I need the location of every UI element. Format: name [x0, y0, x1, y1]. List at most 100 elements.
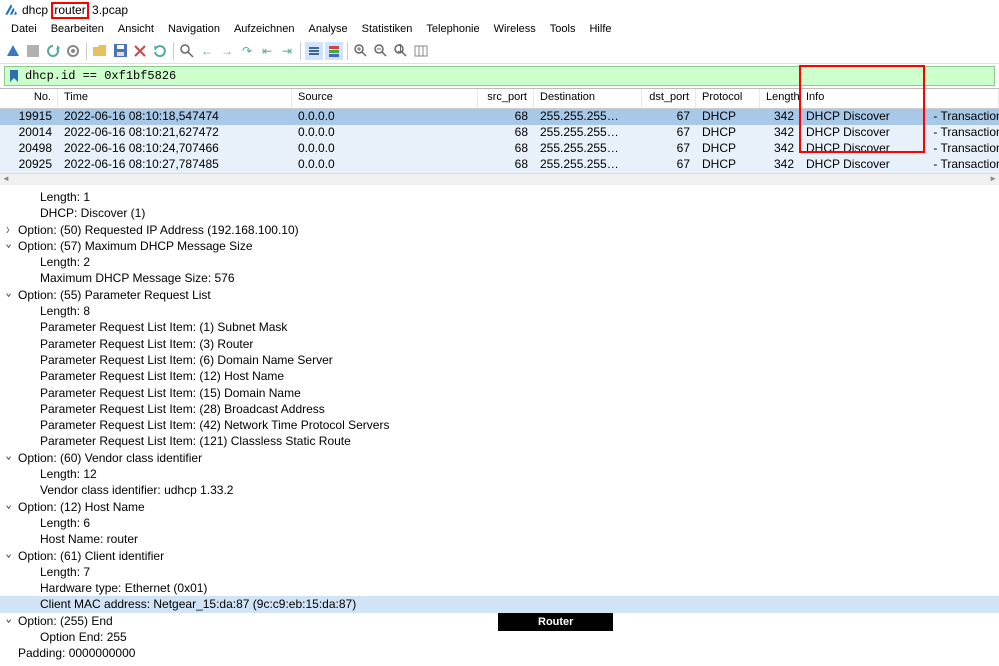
detail-line[interactable]: Option: (55) Parameter Request List	[18, 287, 999, 303]
autoscroll-icon[interactable]	[305, 42, 323, 60]
restart-capture-icon[interactable]	[44, 42, 62, 60]
menu-bar: DateiBearbeitenAnsichtNavigationAufzeich…	[0, 20, 999, 38]
cell: 19915	[0, 109, 58, 125]
cell: 0.0.0.0	[292, 141, 478, 157]
detail-line: Length: 2	[18, 254, 999, 270]
detail-line[interactable]: Option: (12) Host Name	[18, 499, 999, 515]
menu-ansicht[interactable]: Ansicht	[111, 22, 161, 36]
detail-line: Parameter Request List Item: (12) Host N…	[18, 368, 999, 384]
save-file-icon[interactable]	[111, 42, 129, 60]
filter-bar	[0, 64, 999, 88]
svg-text:1: 1	[397, 44, 404, 55]
detail-line: Padding: 0000000000	[18, 645, 999, 661]
cell: 67	[642, 125, 696, 141]
zoom-reset-icon[interactable]: 1	[392, 42, 410, 60]
menu-aufzeichnen[interactable]: Aufzeichnen	[227, 22, 302, 36]
col-dest[interactable]: Destination	[534, 89, 642, 108]
h-scrollbar[interactable]	[0, 173, 999, 185]
menu-statistiken[interactable]: Statistiken	[355, 22, 420, 36]
detail-line: Parameter Request List Item: (121) Class…	[18, 433, 999, 449]
col-info[interactable]: Info	[800, 89, 999, 108]
cell: 255.255.255…	[534, 157, 642, 173]
detail-line: Length: 8	[18, 303, 999, 319]
close-file-icon[interactable]	[131, 42, 149, 60]
cell: 20925	[0, 157, 58, 173]
col-dstport[interactable]: dst_port	[642, 89, 696, 108]
colorize-icon[interactable]	[325, 42, 343, 60]
start-capture-icon[interactable]	[4, 42, 22, 60]
col-time[interactable]: Time	[58, 89, 292, 108]
menu-tools[interactable]: Tools	[543, 22, 583, 36]
cell: 67	[642, 157, 696, 173]
next-icon[interactable]: →	[218, 42, 236, 60]
menu-telephonie[interactable]: Telephonie	[419, 22, 486, 36]
cell-info: DHCP Discover - Transaction ID 0xf1bf582…	[800, 125, 999, 141]
cell: 68	[478, 125, 534, 141]
detail-line: Parameter Request List Item: (42) Networ…	[18, 417, 999, 433]
col-srcport[interactable]: src_port	[478, 89, 534, 108]
col-source[interactable]: Source	[292, 89, 478, 108]
detail-line: Client MAC address: Netgear_15:da:87 (9c…	[0, 596, 999, 612]
packet-row[interactable]: 209252022-06-16 08:10:27,7874850.0.0.068…	[0, 157, 999, 173]
detail-line: Option End: 255	[18, 629, 999, 645]
menu-navigation[interactable]: Navigation	[161, 22, 227, 36]
packet-list: No. Time Source src_port Destination dst…	[0, 88, 999, 185]
detail-line: Parameter Request List Item: (1) Subnet …	[18, 319, 999, 335]
detail-line: Length: 1	[18, 189, 999, 205]
detail-line: Host Name: router	[18, 531, 999, 547]
cell: 2022-06-16 08:10:27,787485	[58, 157, 292, 173]
zoom-in-icon[interactable]	[352, 42, 370, 60]
menu-bearbeiten[interactable]: Bearbeiten	[44, 22, 111, 36]
reload-icon[interactable]	[151, 42, 169, 60]
menu-datei[interactable]: Datei	[4, 22, 44, 36]
detail-line[interactable]: Option: (61) Client identifier	[18, 548, 999, 564]
detail-line: Parameter Request List Item: (3) Router	[18, 336, 999, 352]
detail-line: Length: 6	[18, 515, 999, 531]
detail-line: Parameter Request List Item: (6) Domain …	[18, 352, 999, 368]
title-highlight: router	[51, 2, 88, 19]
app-icon	[4, 3, 18, 17]
cell: 20498	[0, 141, 58, 157]
cell: 0.0.0.0	[292, 109, 478, 125]
col-length[interactable]: Length	[760, 89, 800, 108]
bookmark-icon[interactable]	[8, 70, 20, 82]
goto-first-icon[interactable]: ⇤	[258, 42, 276, 60]
menu-wireless[interactable]: Wireless	[487, 22, 543, 36]
packet-list-header: No. Time Source src_port Destination dst…	[0, 89, 999, 109]
packet-details[interactable]: Length: 1DHCP: Discover (1)Option: (50) …	[0, 185, 999, 666]
col-no[interactable]: No.	[0, 89, 58, 108]
detail-line[interactable]: Option: (50) Requested IP Address (192.1…	[18, 222, 999, 238]
col-proto[interactable]: Protocol	[696, 89, 760, 108]
jump-icon[interactable]: ↷	[238, 42, 256, 60]
options-icon[interactable]	[64, 42, 82, 60]
detail-line[interactable]: Option: (60) Vendor class identifier	[18, 450, 999, 466]
prev-icon[interactable]: ←	[198, 42, 216, 60]
zoom-out-icon[interactable]	[372, 42, 390, 60]
display-filter-input[interactable]	[4, 66, 995, 86]
detail-line: Parameter Request List Item: (15) Domain…	[18, 385, 999, 401]
cell: 0.0.0.0	[292, 157, 478, 173]
goto-last-icon[interactable]: ⇥	[278, 42, 296, 60]
menu-hilfe[interactable]: Hilfe	[582, 22, 618, 36]
cell: DHCP	[696, 125, 760, 141]
packet-row[interactable]: 204982022-06-16 08:10:24,7074660.0.0.068…	[0, 141, 999, 157]
cell: 68	[478, 141, 534, 157]
cell: 2022-06-16 08:10:21,627472	[58, 125, 292, 141]
cell: 67	[642, 109, 696, 125]
packet-row[interactable]: 199152022-06-16 08:10:18,5474740.0.0.068…	[0, 109, 999, 125]
detail-line: Length: 7	[18, 564, 999, 580]
window-title: dhcp router 3.pcap	[22, 2, 128, 19]
resize-cols-icon[interactable]	[412, 42, 430, 60]
detail-line[interactable]: Option: (57) Maximum DHCP Message Size	[18, 238, 999, 254]
tooltip-router: Router	[498, 613, 613, 631]
cell: 20014	[0, 125, 58, 141]
packet-row[interactable]: 200142022-06-16 08:10:21,6274720.0.0.068…	[0, 125, 999, 141]
open-file-icon[interactable]	[91, 42, 109, 60]
find-icon[interactable]	[178, 42, 196, 60]
cell: 342	[760, 125, 800, 141]
toolbar: ← → ↷ ⇤ ⇥ 1	[0, 38, 999, 64]
menu-analyse[interactable]: Analyse	[302, 22, 355, 36]
cell: DHCP	[696, 157, 760, 173]
detail-line: Vendor class identifier: udhcp 1.33.2	[18, 482, 999, 498]
stop-capture-icon[interactable]	[24, 42, 42, 60]
